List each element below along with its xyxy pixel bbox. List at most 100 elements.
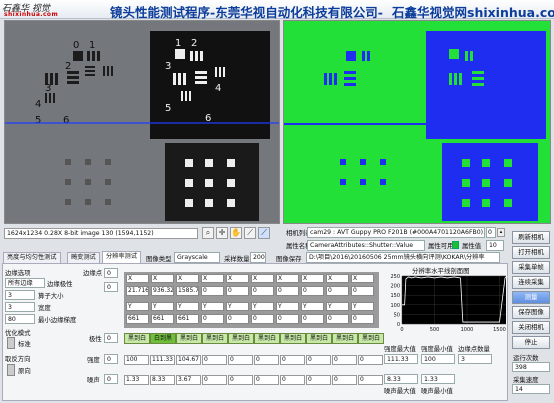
- optimize-label: 优化模式: [5, 329, 31, 337]
- sample-count-field[interactable]: 200: [250, 252, 266, 263]
- line-tool-active-icon[interactable]: ⟋: [258, 227, 270, 239]
- min-strength-label: 最小边缘梯度: [38, 316, 77, 324]
- chart-xtick-label: 500: [430, 327, 440, 333]
- table-index[interactable]: 0: [104, 282, 118, 292]
- svg-text:3: 3: [165, 61, 171, 72]
- svg-text:4: 4: [215, 83, 221, 94]
- noise-cell: 0: [254, 375, 279, 385]
- right-image-view[interactable]: [283, 20, 551, 224]
- table-x-header: X: [326, 274, 349, 283]
- noise-cell: 0: [228, 375, 253, 385]
- zoom-icon[interactable]: ⌕: [202, 227, 214, 239]
- chart-ytick-label: 50: [394, 312, 400, 318]
- polarity-index[interactable]: 0: [104, 333, 118, 343]
- table-y-header: Y: [251, 302, 274, 311]
- camera-index-spinner[interactable]: ▴: [497, 228, 505, 237]
- kernel-size-field[interactable]: 3: [5, 290, 35, 300]
- logo: 石鑫华 视觉 shixinhua.com: [2, 1, 94, 18]
- edge-options-label: 边缘选项: [5, 269, 31, 277]
- attr-value-field[interactable]: 10: [486, 240, 504, 251]
- continuous-grab-button[interactable]: 连续采集: [512, 276, 550, 289]
- profile-chart: 0501001502002500 500 1000 1500: [390, 274, 508, 333]
- polarity-cell: 黑到白: [280, 333, 306, 344]
- close-camera-button[interactable]: 关闭相机: [512, 321, 550, 334]
- line-tool-icon[interactable]: ⟋: [244, 227, 256, 239]
- strength-cell: 104.67: [176, 355, 201, 365]
- run-count-label: 运行次数: [513, 354, 539, 362]
- edge-count-label: 边缘点数量: [458, 345, 490, 353]
- noise-cell: 0: [280, 375, 305, 385]
- table-cell-x: 0: [201, 286, 224, 296]
- attr-name-field[interactable]: CameraAttributes::Shutter::Value: [307, 240, 425, 251]
- svg-text:2: 2: [65, 61, 71, 72]
- strength-cell: 0: [202, 355, 227, 365]
- tab-brightness[interactable]: 亮度与均匀性测试: [3, 252, 61, 263]
- open-camera-button[interactable]: 打开相机: [512, 246, 550, 259]
- image-type-select[interactable]: Grayscale: [174, 252, 220, 263]
- app-title-suffix: 石鑫华视觉网shixinhua.com: [392, 5, 554, 20]
- camera-index[interactable]: 0: [486, 227, 496, 238]
- table-y-header: Y: [351, 302, 374, 311]
- svg-text:1: 1: [175, 38, 181, 49]
- min-strength-field[interactable]: 80: [5, 314, 35, 324]
- chart-ytick-label: 100: [390, 303, 400, 309]
- run-count-value: 398: [512, 362, 550, 372]
- svg-text:4: 4: [35, 99, 41, 110]
- table-cell-y: 661: [151, 314, 174, 324]
- table-x-header: X: [301, 274, 324, 283]
- image-status-readout: 1624x1234 0.28X 8-bit image 130 (1594,11…: [4, 228, 198, 239]
- edge-points-label: 边缘点: [83, 269, 103, 277]
- table-cell-y: 0: [301, 314, 324, 324]
- noise-index[interactable]: 0: [104, 374, 118, 384]
- refresh-camera-button[interactable]: 刷新相机: [512, 231, 550, 244]
- noise-cell: 0: [306, 375, 331, 385]
- measure-button[interactable]: 测量: [512, 291, 550, 304]
- pan-hand-icon[interactable]: ✋: [230, 227, 242, 239]
- strength-max-label: 强度最大值: [384, 345, 416, 353]
- stop-button[interactable]: 停止: [512, 336, 550, 349]
- table-y-header: Y: [151, 302, 174, 311]
- resolution-target-image: 0 1 2 3 4 5 6 1 2 3 4 5 6: [5, 21, 279, 223]
- table-x-header: X: [151, 274, 174, 283]
- title-bar: 石鑫华 视觉 shixinhua.com 镜头性能测试程序-东莞华视自动化科技有…: [0, 0, 554, 20]
- left-image-view[interactable]: 0 1 2 3 4 5 6 1 2 3 4 5 6: [4, 20, 280, 224]
- chart-xtick-label: 1500: [493, 327, 506, 333]
- table-cell-x: 0: [251, 286, 274, 296]
- table-cell-y: 0: [226, 314, 249, 324]
- edge-polarity-select[interactable]: 所有边缘: [5, 278, 45, 288]
- strength-index[interactable]: 0: [104, 354, 118, 364]
- edge-points-index[interactable]: 0: [104, 268, 118, 278]
- table-cell-y: 661: [126, 314, 149, 324]
- save-image-button[interactable]: 保存图像: [512, 306, 550, 319]
- direction-toggle[interactable]: [7, 364, 15, 376]
- polarity-cell: 黑到白: [332, 333, 358, 344]
- tab-resolution[interactable]: 分辨率测试: [102, 251, 141, 263]
- image-save-path[interactable]: D:\项目\2016\20160506 25mm镜头横向评测\KOKAR\分辨率: [306, 252, 500, 263]
- crosshair-icon[interactable]: ✛: [216, 227, 228, 239]
- strength-cell: 0: [358, 355, 383, 365]
- noise-cell: 1.33: [124, 375, 149, 385]
- optimize-toggle[interactable]: [7, 337, 15, 349]
- noise-max-value: 8.33: [384, 374, 418, 384]
- svg-text:2: 2: [191, 38, 197, 49]
- table-cell-y: 661: [176, 314, 199, 324]
- width-field[interactable]: 3: [5, 302, 35, 312]
- polarity-label: 极性: [89, 335, 102, 343]
- noise-cell: 3.67: [176, 375, 201, 385]
- table-cell-y: 0: [251, 314, 274, 324]
- table-cell-x: 0: [326, 286, 349, 296]
- table-y-header: Y: [201, 302, 224, 311]
- app-title: 镜头性能测试程序-东莞华视自动化科技有限公司-: [110, 5, 383, 20]
- svg-text:6: 6: [63, 115, 69, 126]
- polarity-cell: 黑到白: [124, 333, 150, 344]
- svg-text:3: 3: [45, 83, 51, 94]
- attr-enable-led[interactable]: [452, 241, 459, 249]
- polarity-cell: 黑到白: [306, 333, 332, 344]
- table-y-header: Y: [301, 302, 324, 311]
- table-x-header: X: [201, 274, 224, 283]
- camera-select[interactable]: cam29 : AVT Guppy PRO F201B (#000A470112…: [307, 227, 485, 238]
- strength-cell: 0: [332, 355, 357, 365]
- grab-single-button[interactable]: 采集单帧: [512, 261, 550, 274]
- tab-distortion[interactable]: 畸变测试: [67, 252, 100, 263]
- polarity-cell: 黑到白: [202, 333, 228, 344]
